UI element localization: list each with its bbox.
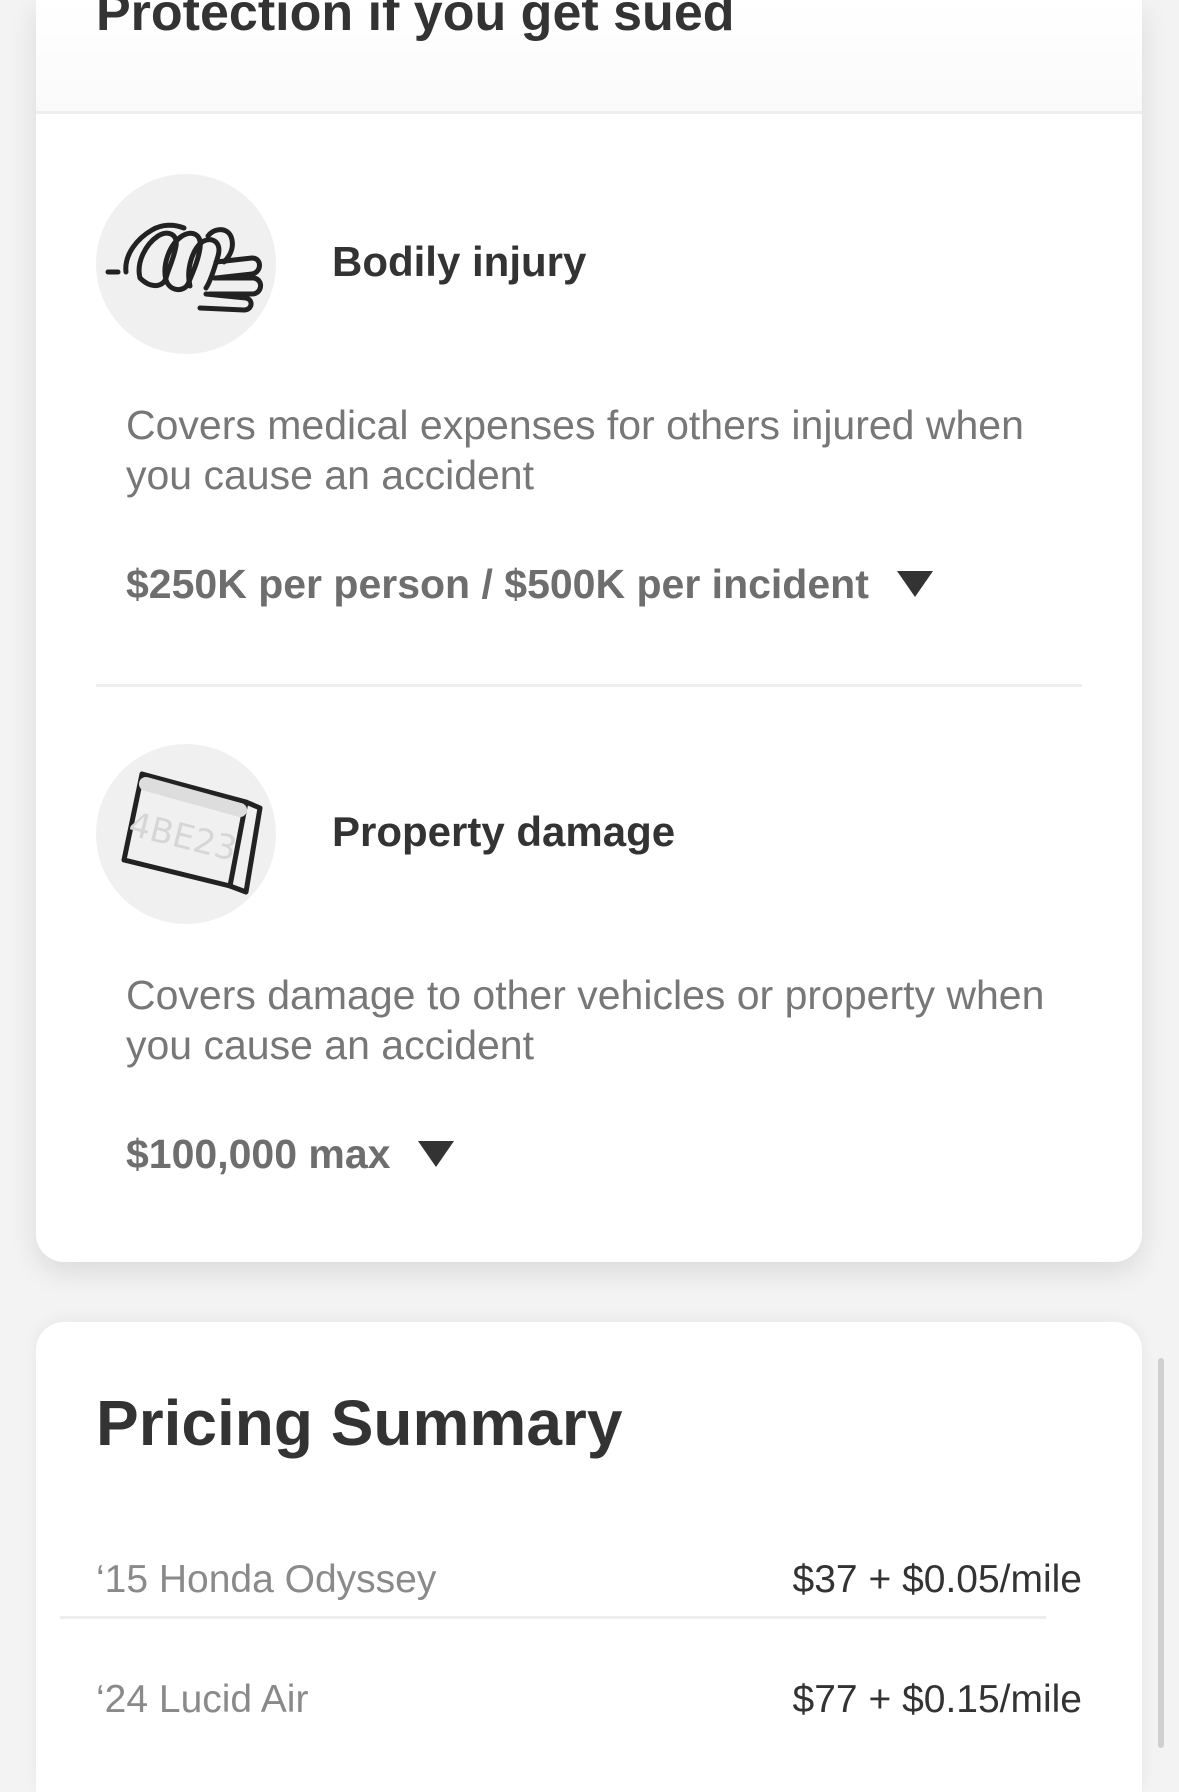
vehicle-name: ‘24 Lucid Air [96, 1678, 309, 1721]
caret-down-icon [896, 571, 933, 597]
pricing-summary-card: Pricing Summary ‘15 Honda Odyssey $37 + … [36, 1322, 1142, 1792]
pricing-summary-title: Pricing Summary [96, 1387, 623, 1459]
section-title: Protection if you get sued [96, 0, 735, 42]
coverage-name: Bodily injury [332, 238, 587, 285]
caret-down-icon [418, 1141, 455, 1167]
license-plate-text: 4BE23 [125, 804, 241, 869]
coverage-description: Covers medical expenses for others injur… [126, 402, 1024, 498]
item-divider [96, 684, 1082, 687]
coverage-description: Covers damage to other vehicles or prope… [126, 972, 1045, 1068]
license-plate-icon: 4BE23 [96, 744, 276, 924]
limit-value: $100,000 max [126, 1130, 391, 1177]
coverage-name: Property damage [332, 808, 676, 855]
card-header: Protection if you get sued [36, 0, 1142, 114]
limit-value: $250K per person / $500K per incident [126, 560, 869, 607]
coverage-card: Protection if you get sued Bodily injury… [36, 0, 1142, 1262]
pricing-row: ‘24 Lucid Air $77 + $0.15/mile [96, 1664, 1082, 1736]
property-damage-limit-dropdown[interactable]: $100,000 max [126, 1126, 455, 1182]
scrollbar[interactable] [1158, 1358, 1164, 1748]
coverage-item-property-damage: 4BE23 Property damage Covers damage to o… [96, 744, 1086, 1304]
pricing-row: ‘15 Honda Odyssey $37 + $0.05/mile [96, 1544, 1082, 1616]
row-divider [60, 1616, 1046, 1619]
vehicle-price: $77 + $0.15/mile [792, 1678, 1082, 1721]
vehicle-name: ‘15 Honda Odyssey [96, 1558, 437, 1601]
bodily-injury-limit-dropdown[interactable]: $250K per person / $500K per incident [126, 556, 933, 612]
handshake-icon [96, 174, 276, 354]
vehicle-price: $37 + $0.05/mile [792, 1558, 1082, 1601]
coverage-item-bodily-injury: Bodily injury Covers medical expenses fo… [96, 174, 1086, 734]
